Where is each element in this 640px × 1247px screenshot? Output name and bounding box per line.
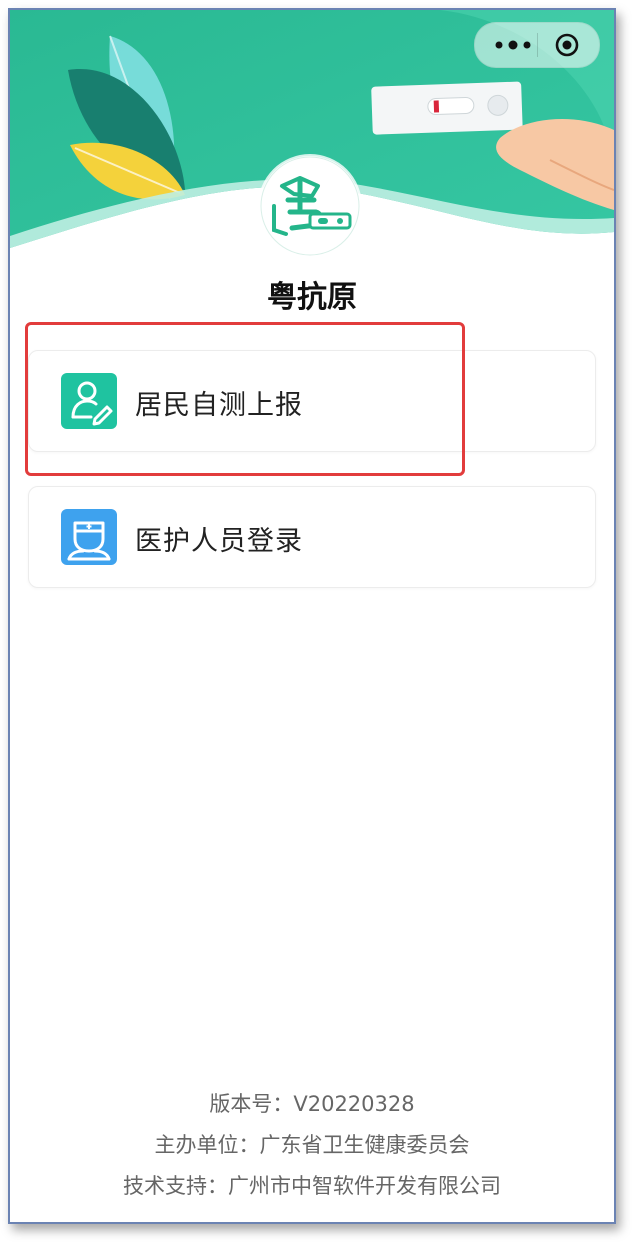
version-text: 版本号：V20220328 (209, 1092, 415, 1116)
target-icon[interactable] (555, 33, 579, 57)
app-title: 粤抗原 (267, 280, 357, 315)
organizer-text: 主办单位：广东省卫生健康委员会 (154, 1133, 470, 1157)
highlight-box (25, 322, 465, 476)
menu-item-medical-login[interactable]: 医护人员登录 (28, 486, 596, 588)
mini-program-capsule (474, 22, 600, 68)
tech-support-text: 技术支持：广州市中智软件开发有限公司 (123, 1174, 501, 1198)
medical-staff-icon (61, 509, 117, 565)
phone-screen: 粤抗原 居民自测上报 医护人员登录 版本号：V20220328 主办单位：广东省 (8, 8, 616, 1224)
menu-item-label: 医护人员登录 (135, 526, 303, 557)
logo-icon (260, 156, 360, 256)
more-dots-icon[interactable] (493, 35, 533, 55)
capsule-divider (537, 33, 538, 57)
app-logo (260, 156, 360, 256)
